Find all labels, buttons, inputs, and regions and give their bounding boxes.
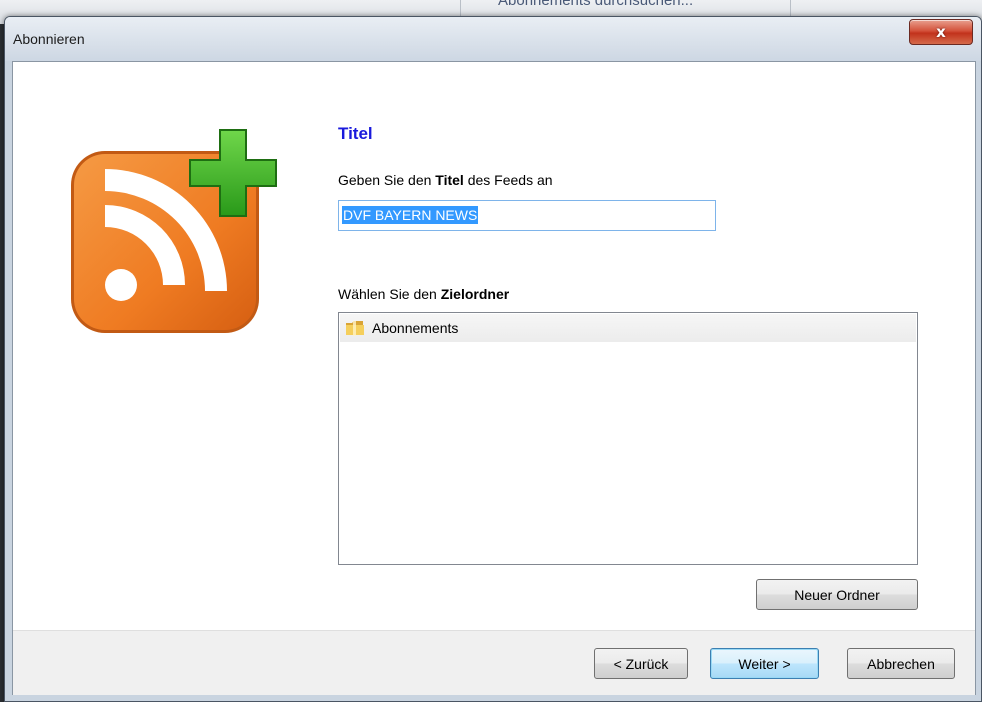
- folder-icon: [346, 321, 364, 336]
- feed-title-selected-text: DVF BAYERN NEWS: [342, 206, 479, 224]
- folder-prompt-bold: Zielordner: [440, 286, 510, 302]
- title-prompt-suffix: des Feeds an: [463, 172, 553, 188]
- dialog-titlebar: Abonnieren x: [5, 17, 981, 61]
- background-menu-item: Abonnements durchsuchen...: [498, 0, 694, 9]
- subscribe-dialog: Abonnieren x Titel Geben Sie den Titel d…: [4, 16, 982, 702]
- dialog-content: Titel Geben Sie den Titel des Feeds an D…: [12, 61, 976, 695]
- feed-title-input[interactable]: DVF BAYERN NEWS: [338, 200, 716, 231]
- new-folder-button[interactable]: Neuer Ordner: [756, 579, 918, 610]
- title-prompt: Geben Sie den Titel des Feeds an: [338, 172, 553, 188]
- folder-item-label: Abonnements: [372, 320, 459, 336]
- folder-item-abonnements[interactable]: Abonnements: [340, 314, 916, 342]
- next-button[interactable]: Weiter >: [710, 648, 819, 679]
- title-prompt-prefix: Geben Sie den: [338, 172, 436, 188]
- cancel-button[interactable]: Abbrechen: [847, 648, 955, 679]
- close-button[interactable]: x: [909, 19, 973, 45]
- folder-prompt: Wählen Sie den Zielordner: [338, 286, 509, 302]
- rss-add-icon: [71, 129, 277, 333]
- page-heading: Titel: [338, 124, 373, 143]
- dialog-title: Abonnieren: [13, 31, 85, 47]
- close-icon: x: [936, 23, 946, 41]
- folder-prompt-prefix: Wählen Sie den: [338, 286, 441, 302]
- title-prompt-bold: Titel: [435, 172, 464, 188]
- folder-tree[interactable]: Abonnements: [338, 312, 918, 565]
- back-button[interactable]: < Zurück: [594, 648, 688, 679]
- dialog-footer: < Zurück Weiter > Abbrechen: [13, 630, 975, 695]
